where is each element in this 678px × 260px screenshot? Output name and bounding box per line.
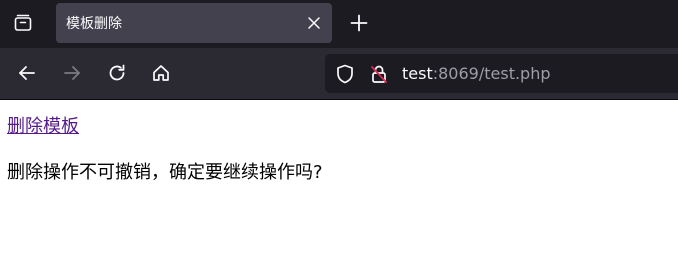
tab-list-icon xyxy=(13,13,33,33)
tab-close-button[interactable] xyxy=(304,13,324,33)
forward-arrow-icon xyxy=(62,63,82,83)
back-button[interactable] xyxy=(11,57,43,89)
tab-title: 模板删除 xyxy=(66,16,122,32)
delete-template-link[interactable]: 删除模板 xyxy=(7,112,79,138)
home-icon xyxy=(151,63,171,83)
home-button[interactable] xyxy=(145,57,177,89)
confirmation-message: 删除操作不可撤销，确定要继续操作吗? xyxy=(7,162,323,183)
tabs-list-button[interactable] xyxy=(6,6,40,40)
address-bar[interactable]: test:8069/test.php xyxy=(325,54,678,93)
insecure-lock-icon[interactable] xyxy=(368,63,390,85)
plus-icon xyxy=(350,14,368,32)
url-path: :8069/test.php xyxy=(432,64,551,83)
shield-icon[interactable] xyxy=(334,63,356,85)
url-text[interactable]: test:8069/test.php xyxy=(402,64,551,83)
back-arrow-icon xyxy=(17,63,37,83)
page-content: 删除模板 删除操作不可撤销，确定要继续操作吗? xyxy=(0,100,678,260)
reload-icon xyxy=(107,63,127,83)
reload-button[interactable] xyxy=(101,57,133,89)
new-tab-button[interactable] xyxy=(344,8,374,38)
active-tab[interactable]: 模板删除 xyxy=(56,3,332,43)
tab-bar: 模板删除 xyxy=(0,0,678,48)
navigation-toolbar: test:8069/test.php xyxy=(0,48,678,100)
close-icon xyxy=(308,17,320,29)
forward-button[interactable] xyxy=(56,57,88,89)
url-host: test xyxy=(402,64,433,83)
